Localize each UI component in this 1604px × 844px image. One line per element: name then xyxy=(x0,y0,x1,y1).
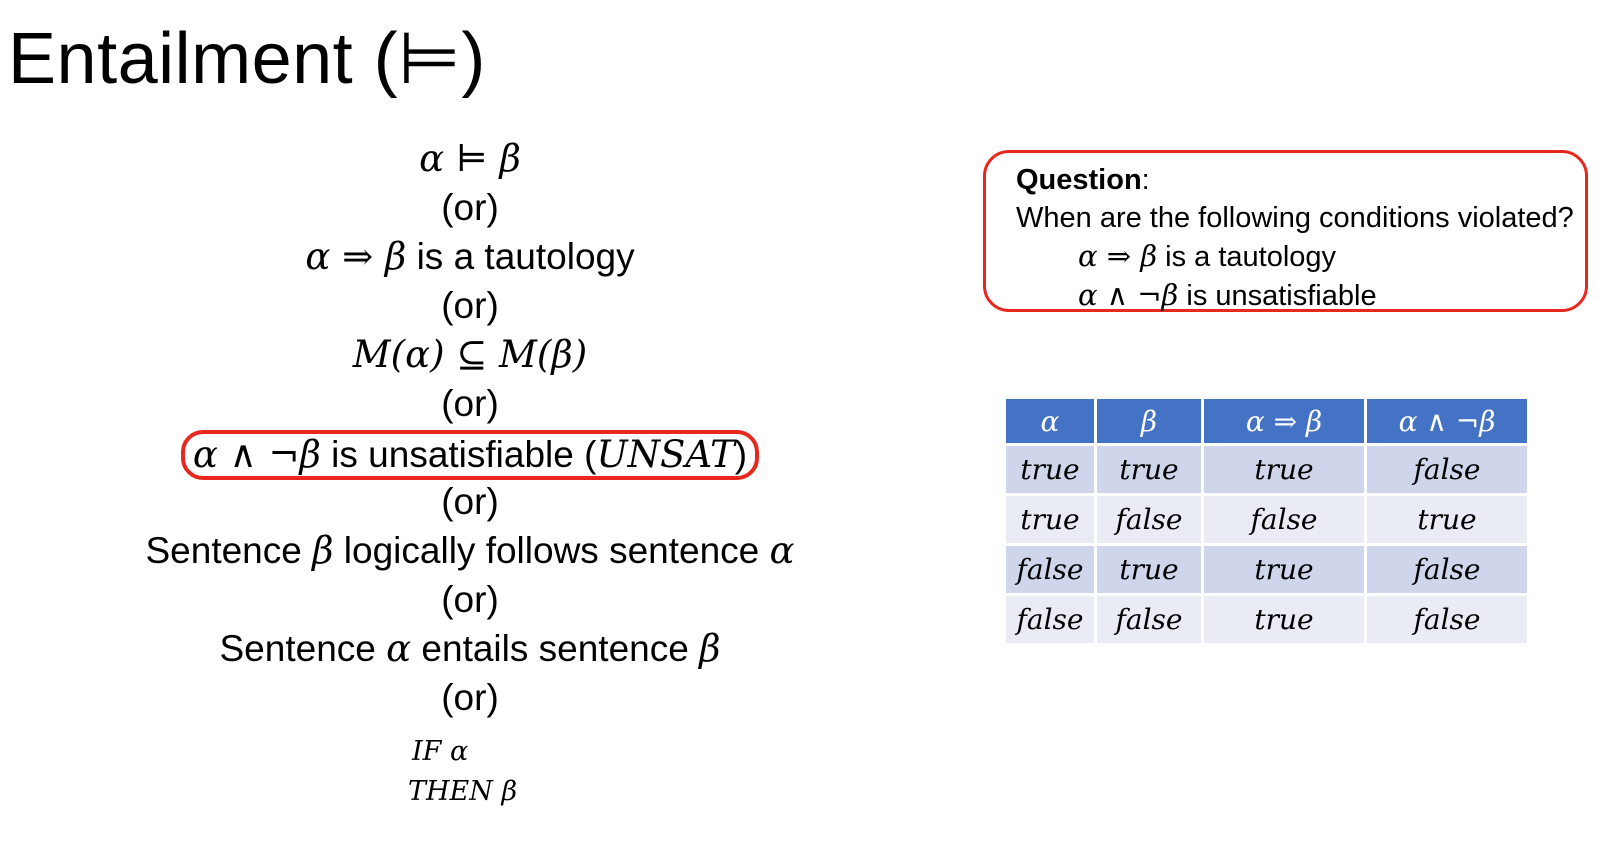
table-cell: true xyxy=(1097,546,1201,593)
if-line: IF α xyxy=(412,736,469,767)
table-cell: true xyxy=(1204,446,1364,493)
table-header-row: α β α ⇒ β α ∧ ¬β xyxy=(1006,399,1527,443)
conjunction-formula: α ∧ ¬β xyxy=(192,433,321,476)
condition-tautology: α ⇒ β is a tautology xyxy=(1016,237,1585,276)
or-separator: (or) xyxy=(441,383,499,424)
truth-table: α β α ⇒ β α ∧ ¬β true true true false tr… xyxy=(1003,396,1530,646)
table-row: true true true false xyxy=(1006,446,1527,493)
unsat-statement: α ∧ ¬β is unsatisfiable (UNSAT) xyxy=(0,430,940,480)
question-colon: : xyxy=(1141,164,1150,196)
table-row: false false true false xyxy=(1006,596,1527,643)
table-cell: true xyxy=(1006,496,1094,543)
table-cell: false xyxy=(1367,596,1527,643)
beta-symbol: β xyxy=(699,627,721,670)
table-cell: true xyxy=(1204,596,1364,643)
statement-text: Sentence xyxy=(145,530,313,571)
conjunction-formula: α ∧ ¬β xyxy=(1078,278,1179,312)
or-separator: (or) xyxy=(441,285,499,326)
or-separator: (or) xyxy=(441,481,499,522)
entails-statement: Sentence α entails sentence β xyxy=(0,626,940,672)
table-cell: false xyxy=(1006,546,1094,593)
condition-text: is a tautology xyxy=(1157,241,1337,273)
table-cell: false xyxy=(1367,546,1527,593)
column-header-conjunction: α ∧ ¬β xyxy=(1367,399,1527,443)
statement-text: Sentence xyxy=(219,628,387,669)
tautology-text: is a tautology xyxy=(406,236,635,277)
table-cell: true xyxy=(1367,496,1527,543)
then-line: THEN β xyxy=(408,776,518,807)
alpha-symbol: α xyxy=(769,529,795,572)
statement-text: entails sentence xyxy=(411,628,700,669)
statement-text: logically follows sentence xyxy=(333,530,770,571)
logically-follows-statement: Sentence β logically follows sentence α xyxy=(0,528,940,574)
column-header-alpha: α xyxy=(1006,399,1094,443)
or-separator: (or) xyxy=(441,579,499,620)
table-cell: false xyxy=(1367,446,1527,493)
implication-formula: α ⇒ β xyxy=(1078,239,1158,273)
entailment-notation: α ⊨ β xyxy=(419,137,521,180)
page-title: Entailment (⊨) xyxy=(8,19,486,99)
question-box: Question: When are the following conditi… xyxy=(983,150,1588,312)
beta-symbol: β xyxy=(312,529,334,572)
unsat-close-paren: ) xyxy=(734,434,748,475)
model-subset-statement: M(α) ⊆ M(β) xyxy=(352,333,588,376)
column-header-beta: β xyxy=(1097,399,1201,443)
table-cell: false xyxy=(1204,496,1364,543)
table-cell: true xyxy=(1204,546,1364,593)
table-cell: false xyxy=(1097,596,1201,643)
column-header-implication: α ⇒ β xyxy=(1204,399,1364,443)
table-cell: true xyxy=(1006,446,1094,493)
tautology-statement: α ⇒ β is a tautology xyxy=(0,234,940,280)
table-cell: false xyxy=(1006,596,1094,643)
unsat-abbrev: UNSAT xyxy=(596,433,735,476)
table-row: false true true false xyxy=(1006,546,1527,593)
question-prompt: When are the following conditions violat… xyxy=(1016,202,1574,234)
unsat-text: is unsatisfiable ( xyxy=(320,434,597,475)
question-heading-line: Question: xyxy=(1016,161,1585,199)
unsat-highlight-box: α ∧ ¬β is unsatisfiable (UNSAT) xyxy=(180,430,760,480)
implication-formula: α ⇒ β xyxy=(305,235,407,278)
table-row: true false false true xyxy=(1006,496,1527,543)
or-separator: (or) xyxy=(441,187,499,228)
table-cell: true xyxy=(1097,446,1201,493)
or-separator: (or) xyxy=(441,677,499,718)
condition-text: is unsatisfiable xyxy=(1178,280,1377,312)
table-cell: false xyxy=(1097,496,1201,543)
question-heading: Question xyxy=(1016,164,1142,196)
alpha-symbol: α xyxy=(386,627,412,670)
condition-unsatisfiable: α ∧ ¬β is unsatisfiable xyxy=(1016,276,1585,315)
